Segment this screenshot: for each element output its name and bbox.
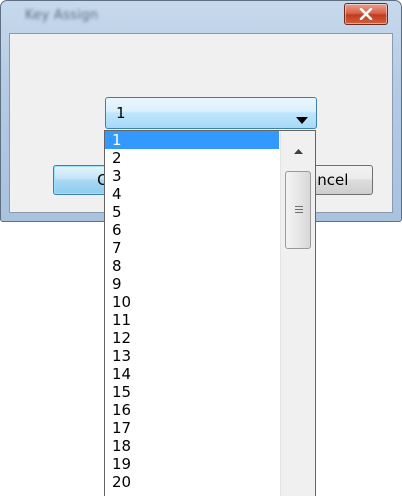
scroll-up-button[interactable] xyxy=(281,131,315,167)
dropdown-option[interactable]: 18 xyxy=(105,437,279,455)
dropdown-option[interactable]: 11 xyxy=(105,311,279,329)
key-select-combo[interactable]: 1 xyxy=(105,97,317,129)
scroll-thumb[interactable] xyxy=(285,171,311,249)
dropdown-option[interactable]: 15 xyxy=(105,383,279,401)
dropdown-option[interactable]: 8 xyxy=(105,257,279,275)
options-list[interactable]: 1 2 3 4 5 6 7 8 9 10 11 12 13 14 15 16 17 18 19 20 xyxy=(105,131,279,491)
vertical-scrollbar[interactable] xyxy=(280,131,315,496)
dropdown-option[interactable]: 20 xyxy=(105,473,279,491)
dropdown-option[interactable]: 10 xyxy=(105,293,279,311)
dropdown-list[interactable]: 1 2 3 4 5 6 7 8 9 10 11 12 13 14 15 16 17 18 19 20 xyxy=(104,130,316,496)
combo-value: 1 xyxy=(116,104,126,122)
dropdown-option[interactable]: 1 xyxy=(105,131,279,149)
dropdown-option[interactable]: 2 xyxy=(105,149,279,167)
close-icon xyxy=(359,8,373,20)
dropdown-option[interactable]: 19 xyxy=(105,455,279,473)
dropdown-option[interactable]: 7 xyxy=(105,239,279,257)
window-title: Key Assign xyxy=(25,8,99,23)
dropdown-option[interactable]: 16 xyxy=(105,401,279,419)
dropdown-option[interactable]: 5 xyxy=(105,203,279,221)
close-button[interactable] xyxy=(344,3,388,25)
chevron-down-icon xyxy=(296,110,308,128)
dropdown-option[interactable]: 6 xyxy=(105,221,279,239)
dropdown-option[interactable]: 12 xyxy=(105,329,279,347)
scroll-up-arrow-icon xyxy=(294,140,303,158)
dropdown-option[interactable]: 14 xyxy=(105,365,279,383)
dropdown-option[interactable]: 3 xyxy=(105,167,279,185)
dropdown-option[interactable]: 4 xyxy=(105,185,279,203)
dropdown-option[interactable]: 13 xyxy=(105,347,279,365)
dropdown-option[interactable]: 9 xyxy=(105,275,279,293)
title-bar[interactable]: Key Assign xyxy=(1,1,401,33)
dropdown-option[interactable]: 17 xyxy=(105,419,279,437)
